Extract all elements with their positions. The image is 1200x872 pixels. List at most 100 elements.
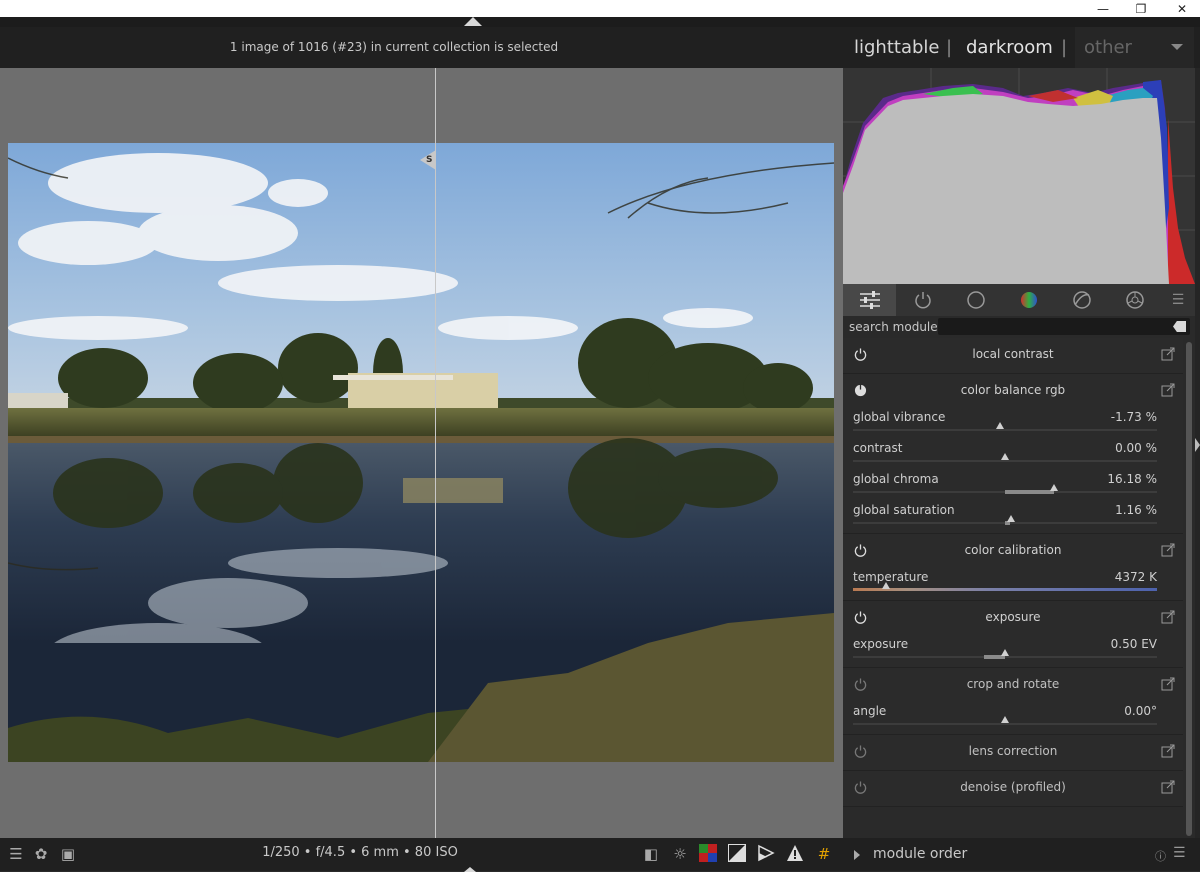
module-name: color balance rgb [960, 383, 1066, 397]
collapse-top-arrow-icon[interactable] [464, 17, 482, 26]
expand-arrow-icon[interactable] [854, 850, 860, 860]
guides-icon[interactable]: # [814, 844, 834, 864]
tab-power[interactable] [896, 284, 949, 316]
header-bar: 1 image of 1016 (#23) in current collect… [0, 27, 843, 68]
module-order-label: module order [873, 846, 968, 862]
module-header[interactable]: color balance rgb [843, 374, 1183, 409]
slider-knob[interactable] [1007, 515, 1016, 522]
slider-temperature[interactable]: temperature 4372 K [843, 569, 1183, 600]
slider-knob[interactable] [1001, 453, 1009, 460]
slider-track[interactable] [853, 422, 1157, 431]
collapse-right-arrow-icon[interactable] [1195, 438, 1200, 452]
slider-track[interactable] [853, 649, 1157, 659]
menu-icon[interactable]: ☰ [1173, 845, 1186, 861]
slider-value: 4372 K [1114, 570, 1157, 584]
tab-presets[interactable]: ☰ [1161, 284, 1195, 316]
slider-exposure[interactable]: exposure 0.50 EV [843, 636, 1183, 667]
module-header[interactable]: denoise (profiled) [843, 771, 1183, 806]
focus-peaking-icon[interactable]: ◧ [641, 844, 661, 864]
slider-angle[interactable]: angle 0.00° [843, 703, 1183, 734]
module-scrollbar[interactable] [1186, 342, 1192, 836]
external-link-icon[interactable] [1161, 383, 1175, 397]
external-link-icon[interactable] [1161, 677, 1175, 691]
module-header[interactable]: lens correction [843, 735, 1183, 770]
module-color-balance-rgb: color balance rgb global vibrance -1.73 … [843, 374, 1183, 534]
lightbulb-icon[interactable]: ☼ [670, 844, 690, 864]
external-link-icon[interactable] [1161, 610, 1175, 624]
slider-knob[interactable] [1049, 484, 1058, 491]
slider-track[interactable] [853, 484, 1157, 494]
module-name: local contrast [972, 347, 1054, 361]
power-icon [914, 292, 931, 309]
module-order-bar[interactable]: module order ⓘ ☰ [843, 838, 1200, 871]
tab-effect[interactable] [1108, 284, 1161, 316]
slider-knob[interactable] [882, 582, 891, 589]
module-name: crop and rotate [966, 677, 1060, 691]
power-icon[interactable] [854, 611, 867, 624]
power-icon[interactable] [854, 678, 867, 691]
module-header[interactable]: local contrast [843, 338, 1183, 373]
external-link-icon[interactable] [1161, 347, 1175, 361]
slider-track[interactable] [853, 716, 1157, 725]
power-icon[interactable] [854, 745, 867, 758]
view-other-dropdown[interactable]: other [1075, 27, 1194, 68]
menu-icon: ☰ [1171, 292, 1185, 308]
right-panel-edge[interactable] [1195, 68, 1200, 838]
tab-active-modules[interactable] [843, 284, 896, 316]
external-link-icon[interactable] [1161, 543, 1175, 557]
view-darkroom[interactable]: darkroom [966, 37, 1053, 58]
module-exposure: exposure exposure 0.50 EV [843, 601, 1183, 668]
slider-knob[interactable] [996, 422, 1005, 429]
image-preview[interactable] [8, 143, 834, 762]
top-panel-toggle[interactable] [0, 17, 1200, 27]
restore-icon[interactable]: ❐ [1123, 0, 1159, 17]
module-lens-correction: lens correction [843, 735, 1183, 771]
slider-fill [1005, 490, 1054, 494]
slider-label: contrast [853, 441, 903, 455]
bottom-toolbar: ☰ ✿ ▣ 1/250 • f/4.5 • 6 mm • 80 ISO ◧ ☼ … [0, 838, 843, 872]
clear-icon[interactable] [1173, 321, 1186, 332]
temperature-gradient-track[interactable] [853, 582, 1157, 591]
slider-global-vibrance[interactable]: global vibrance -1.73 % [843, 409, 1183, 440]
module-header[interactable]: color calibration [843, 534, 1183, 569]
slider-track[interactable] [853, 515, 1157, 525]
module-denoise-profiled: denoise (profiled) [843, 771, 1183, 807]
split-line[interactable] [435, 68, 436, 838]
slider-contrast[interactable]: contrast 0.00 % [843, 440, 1183, 471]
external-link-icon[interactable] [1161, 744, 1175, 758]
color-assessment-icon[interactable] [698, 844, 718, 864]
module-group-tabs: ☰ [843, 284, 1195, 316]
tab-base[interactable] [949, 284, 1002, 316]
search-label: search module [849, 320, 938, 334]
exif-info: 1/250 • f/4.5 • 6 mm • 80 ISO [262, 845, 458, 860]
info-icon[interactable]: ⓘ [1155, 848, 1166, 864]
slider-track[interactable] [853, 453, 1157, 462]
search-input[interactable] [938, 318, 1190, 335]
histogram[interactable] [843, 68, 1195, 284]
power-icon[interactable] [854, 348, 867, 361]
module-name: lens correction [968, 744, 1058, 758]
slider-value: -1.73 % [1110, 410, 1157, 424]
module-list: local contrast color balance rgb global … [843, 338, 1183, 807]
softproof-icon[interactable] [727, 844, 747, 864]
tab-color[interactable] [1002, 284, 1055, 316]
view-lighttable[interactable]: lighttable [854, 37, 939, 58]
module-header[interactable]: exposure [843, 601, 1183, 636]
power-icon[interactable] [854, 781, 867, 794]
minimize-icon[interactable]: — [1085, 0, 1121, 17]
module-header[interactable]: crop and rotate [843, 668, 1183, 703]
close-icon[interactable]: ✕ [1164, 0, 1200, 17]
warning-icon[interactable] [785, 844, 805, 864]
power-icon[interactable] [854, 384, 867, 397]
tab-correct[interactable] [1055, 284, 1108, 316]
module-name: denoise (profiled) [960, 780, 1066, 794]
gamut-check-icon[interactable] [756, 844, 776, 864]
external-link-icon[interactable] [1161, 780, 1175, 794]
collapse-bottom-arrow-icon[interactable] [464, 867, 476, 872]
slider-label: global saturation [853, 503, 955, 517]
slider-global-saturation[interactable]: global saturation 1.16 % [843, 502, 1183, 533]
slider-knob[interactable] [1001, 649, 1009, 656]
slider-global-chroma[interactable]: global chroma 16.18 % [843, 471, 1183, 502]
power-icon[interactable] [854, 544, 867, 557]
slider-knob[interactable] [1001, 716, 1009, 723]
